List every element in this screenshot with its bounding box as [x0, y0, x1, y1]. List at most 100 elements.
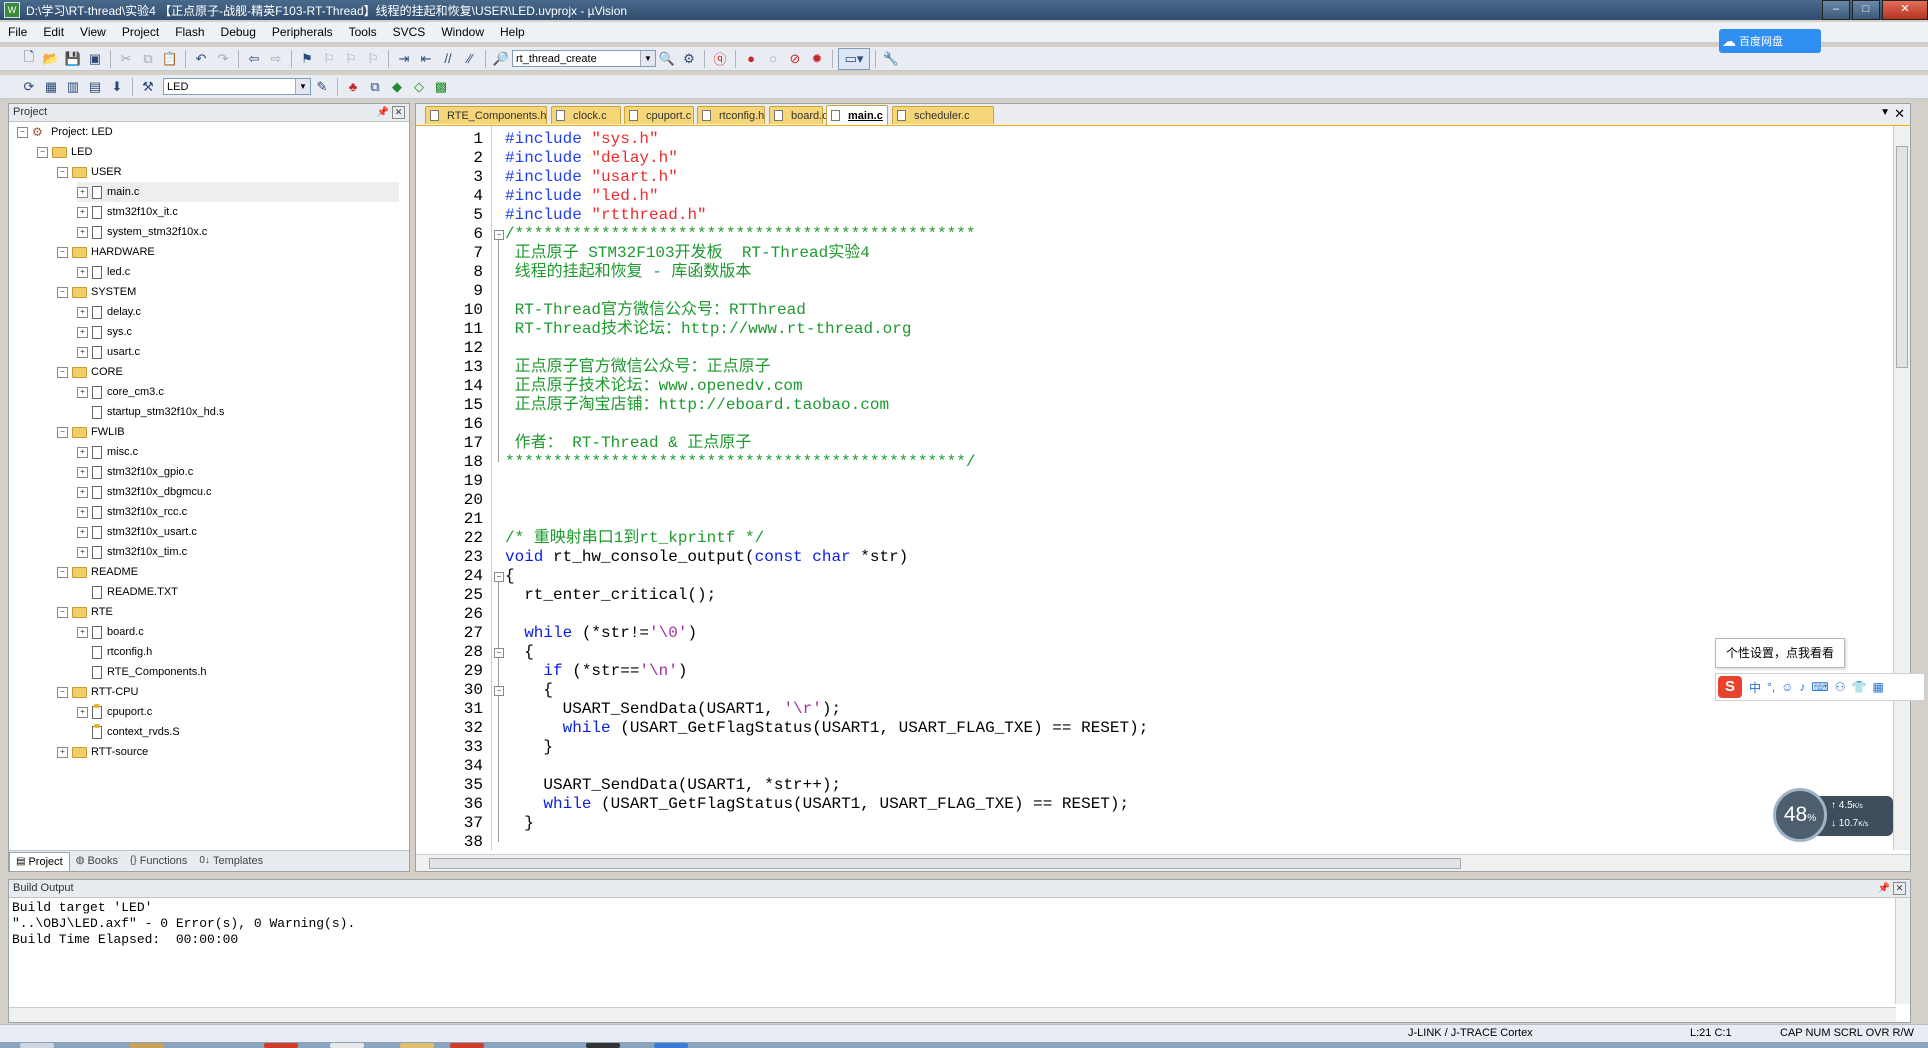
ime-chinese-mode[interactable]: 中	[1749, 679, 1761, 696]
editor-tab-rtconfig-h[interactable]: rtconfig.h	[697, 106, 765, 124]
new-file-icon[interactable]: 🗋	[19, 49, 39, 69]
rebuild-icon[interactable]: ▥	[63, 77, 83, 97]
tree-item[interactable]: + usart.c	[77, 342, 140, 362]
expand-toggle-icon[interactable]: −	[57, 246, 68, 258]
menu-view[interactable]: View	[72, 22, 114, 42]
taskbar-app-icon[interactable]	[330, 1043, 364, 1048]
ime-user-icon[interactable]: ⚇	[1835, 680, 1846, 694]
ime-skin-icon[interactable]: 👕	[1852, 680, 1867, 694]
tree-item[interactable]: − FWLIB	[57, 422, 125, 442]
tree-item[interactable]: README.TXT	[77, 582, 178, 602]
ime-keyboard-icon[interactable]: ⌨	[1811, 680, 1828, 694]
tree-item[interactable]: + stm32f10x_gpio.c	[77, 462, 193, 482]
build-output-horizontal-scrollbar[interactable]	[9, 1007, 1896, 1022]
tree-item[interactable]: − RTT-CPU	[57, 682, 138, 702]
expand-toggle-icon[interactable]: −	[57, 366, 68, 378]
save-icon[interactable]: 💾	[63, 49, 83, 69]
code-area[interactable]: #include "sys.h" #include "delay.h" #inclu…	[505, 126, 1885, 850]
expand-toggle-icon[interactable]: −	[57, 286, 68, 298]
build-icon[interactable]: ▦	[41, 77, 61, 97]
fold-toggle-icon[interactable]: −	[494, 572, 504, 582]
tree-item[interactable]: rtconfig.h	[77, 642, 152, 662]
expand-toggle-icon[interactable]: +	[77, 466, 88, 478]
vertical-scroll-thumb[interactable]	[1896, 146, 1908, 368]
menu-debug[interactable]: Debug	[213, 22, 264, 42]
window-layout-icon[interactable]: ▭▾	[838, 47, 870, 70]
expand-toggle-icon[interactable]: −	[57, 426, 68, 438]
chevron-down-icon[interactable]: ▼	[295, 79, 310, 94]
tree-item[interactable]: − RTE	[57, 602, 113, 622]
disable-breakpoint-icon[interactable]: ○	[763, 49, 783, 69]
options-wand-icon[interactable]: ✎	[312, 77, 332, 97]
tab-list-icon[interactable]: ▼	[1880, 107, 1890, 118]
project-tab-project[interactable]: ▤ Project	[9, 851, 70, 871]
editor-tab-main-c[interactable]: main.c	[826, 105, 888, 125]
expand-toggle-icon[interactable]: +	[57, 746, 68, 758]
close-pane-icon[interactable]: ✕	[1893, 882, 1906, 895]
tree-item[interactable]: + stm32f10x_it.c	[77, 202, 178, 222]
unindent-icon[interactable]: ⇤	[416, 49, 436, 69]
menu-help[interactable]: Help	[492, 22, 533, 42]
editor-tab-clock-c[interactable]: clock.c	[551, 106, 621, 124]
network-monitor-widget[interactable]: ↑ 4.5K/s ↓ 10.7K/s 48%	[1773, 788, 1895, 844]
expand-toggle-icon[interactable]: +	[77, 526, 88, 538]
menu-peripherals[interactable]: Peripherals	[264, 22, 341, 42]
tree-item[interactable]: + sys.c	[77, 322, 132, 342]
taskbar-app-icon[interactable]	[586, 1043, 620, 1048]
expand-toggle-icon[interactable]: +	[77, 626, 88, 638]
expand-toggle-icon[interactable]: +	[77, 326, 88, 338]
prev-bookmark-icon[interactable]: ⚐	[319, 49, 339, 69]
expand-toggle-icon[interactable]: +	[77, 546, 88, 558]
incremental-find-icon[interactable]: ⚙	[679, 49, 699, 69]
batch-build-icon[interactable]: ▤	[85, 77, 105, 97]
expand-toggle-icon[interactable]: −	[37, 146, 48, 158]
expand-toggle-icon[interactable]: +	[77, 346, 88, 358]
tree-item[interactable]: − CORE	[57, 362, 123, 382]
menu-file[interactable]: File	[0, 22, 35, 42]
bookmark-icon[interactable]: ⚑	[297, 49, 317, 69]
menu-flash[interactable]: Flash	[167, 22, 212, 42]
redo-icon[interactable]: ↷	[213, 49, 233, 69]
manage-run-time-env-icon[interactable]: ◆	[387, 77, 407, 97]
editor-tab-scheduler-c[interactable]: scheduler.c	[892, 106, 994, 124]
menu-window[interactable]: Window	[433, 22, 492, 42]
tree-item[interactable]: − USER	[57, 162, 122, 182]
tree-item[interactable]: + main.c	[77, 182, 399, 202]
editor-tab-board-c[interactable]: board.c	[769, 106, 828, 124]
menu-project[interactable]: Project	[114, 22, 167, 42]
menu-svcs[interactable]: SVCS	[385, 22, 434, 42]
cut-icon[interactable]: ✂	[116, 49, 136, 69]
save-all-icon[interactable]: ▣	[85, 49, 105, 69]
maximize-button[interactable]: □	[1852, 0, 1880, 20]
project-tab-books[interactable]: ◍ Books	[70, 852, 124, 870]
expand-toggle-icon[interactable]: +	[77, 386, 88, 398]
pin-icon[interactable]: 📌	[1878, 880, 1890, 897]
tree-item[interactable]: + led.c	[77, 262, 130, 282]
start-button-icon[interactable]	[20, 1043, 54, 1048]
menu-tools[interactable]: Tools	[341, 22, 385, 42]
close-pane-icon[interactable]: ✕	[392, 106, 405, 119]
paste-icon[interactable]: 📋	[160, 49, 180, 69]
tree-item[interactable]: context_rvds.S	[77, 722, 180, 742]
tree-item[interactable]: − HARDWARE	[57, 242, 155, 262]
tree-item[interactable]: RTE_Components.h	[77, 662, 206, 682]
expand-toggle-icon[interactable]: +	[77, 486, 88, 498]
open-file-icon[interactable]: 📂	[41, 49, 61, 69]
editor-tab-cpuport-c[interactable]: cpuport.c	[624, 106, 694, 124]
indent-icon[interactable]: ⇥	[394, 49, 414, 69]
expand-toggle-icon[interactable]: +	[77, 206, 88, 218]
expand-toggle-icon[interactable]: +	[77, 446, 88, 458]
manage-project-icon[interactable]: ♣	[343, 77, 363, 97]
tree-item[interactable]: + delay.c	[77, 302, 141, 322]
ime-toolbox-icon[interactable]: ▦	[1872, 680, 1883, 694]
pin-icon[interactable]: 📌	[377, 104, 389, 121]
tree-item[interactable]: + core_cm3.c	[77, 382, 164, 402]
project-tab-functions[interactable]: {} Functions	[124, 852, 193, 870]
horizontal-scroll-thumb[interactable]	[429, 858, 1461, 869]
kill-all-breakpoints-icon[interactable]: ✹	[807, 49, 827, 69]
expand-toggle-icon[interactable]: −	[57, 566, 68, 578]
fold-toggle-icon[interactable]: −	[494, 230, 504, 240]
minimize-button[interactable]: –	[1822, 0, 1850, 20]
tree-item[interactable]: + stm32f10x_usart.c	[77, 522, 197, 542]
copy-icon[interactable]: ⧉	[138, 49, 158, 69]
